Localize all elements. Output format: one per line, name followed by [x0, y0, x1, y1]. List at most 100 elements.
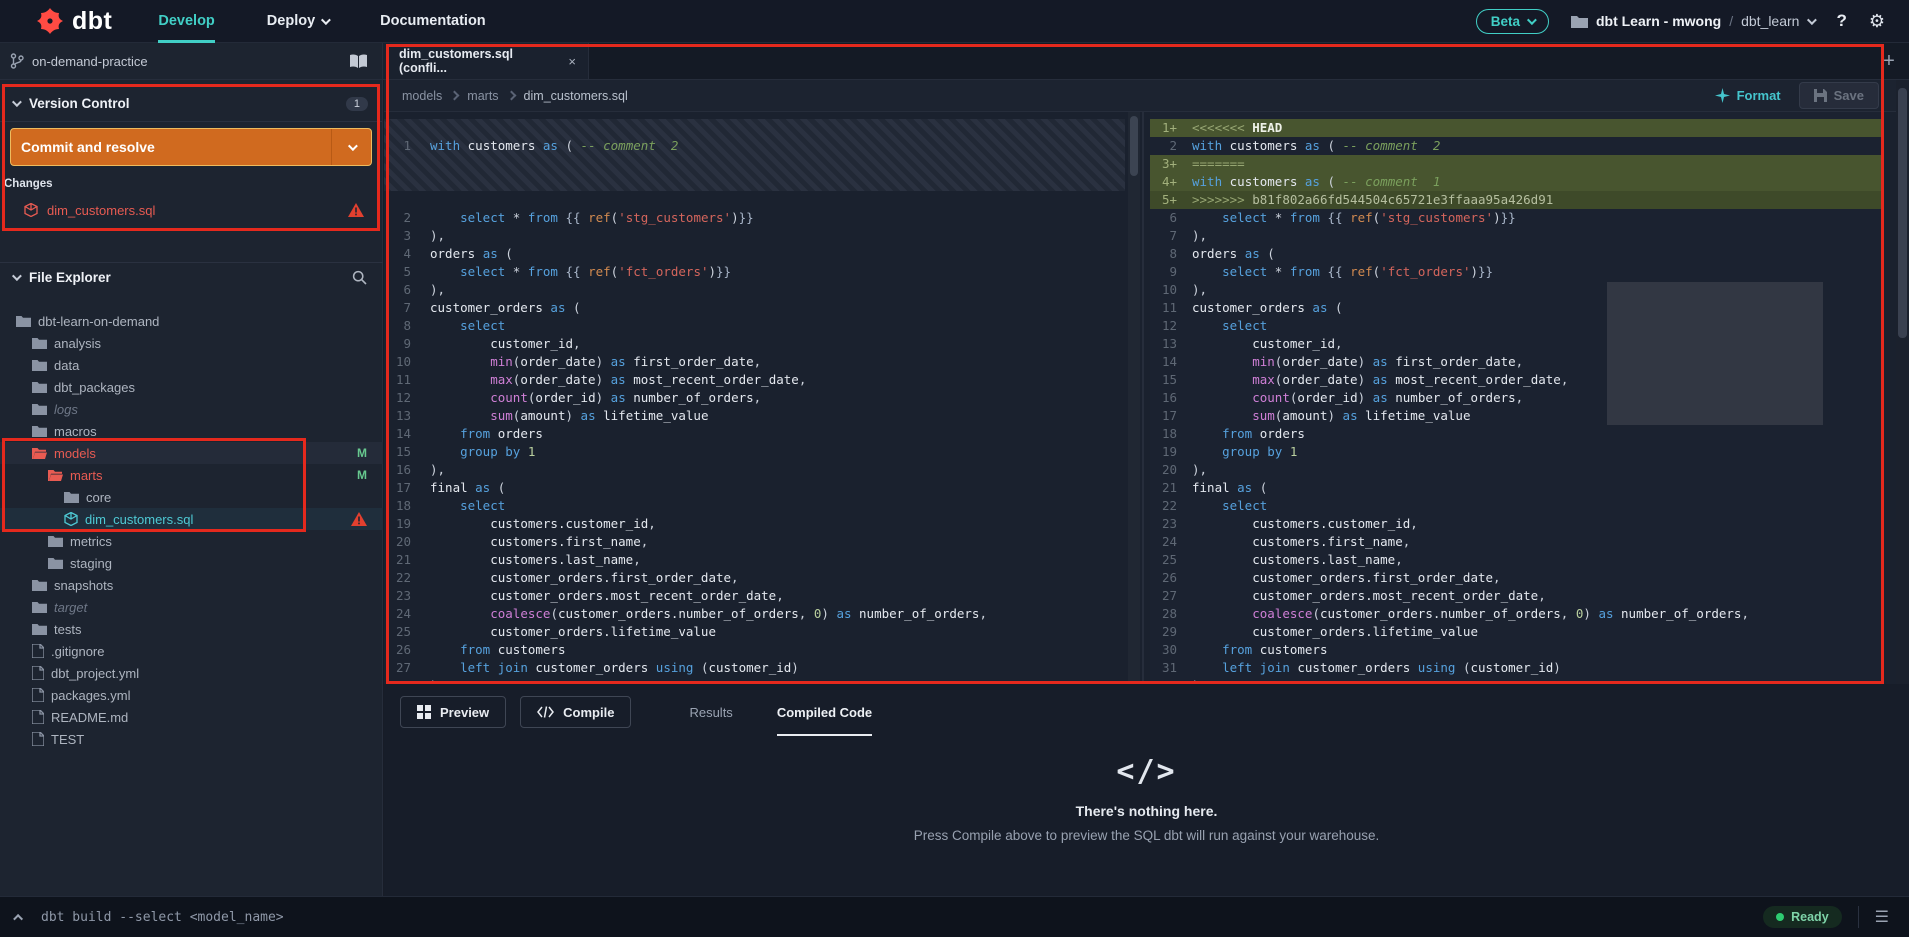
code-line[interactable]: 10 min(order_date) as first_order_date,	[384, 353, 1125, 371]
dbt-logo[interactable]: dbt	[0, 7, 132, 36]
code-line[interactable]: 31 left join customer_orders using (cust…	[1150, 659, 1884, 677]
code-line[interactable]: 30 from customers	[1150, 641, 1884, 659]
code-line[interactable]: 29 customer_orders.lifetime_value	[1150, 623, 1884, 641]
code-line[interactable]: 24 customers.first_name,	[1150, 533, 1884, 551]
tree-item-packages-yml[interactable]: packages.yml	[0, 684, 383, 706]
tree-item-macros[interactable]: macros	[0, 420, 383, 442]
code-line[interactable]: 16 count(order_id) as number_of_orders,	[1150, 389, 1884, 407]
tree-item-staging[interactable]: staging	[0, 552, 383, 574]
code-line[interactable]: 11 max(order_date) as most_recent_order_…	[384, 371, 1125, 389]
code-line[interactable]: 21 final as (	[1150, 479, 1884, 497]
code-line[interactable]: 9 select * from {{ ref('fct_orders')}}	[1150, 263, 1884, 281]
code-line[interactable]: 21 customers.last_name,	[384, 551, 1125, 569]
breadcrumb-models[interactable]: models	[402, 89, 442, 103]
tree-item-test[interactable]: TEST	[0, 728, 383, 750]
tree-item-data[interactable]: data	[0, 354, 383, 376]
code-line[interactable]: 4 orders as (	[384, 245, 1125, 263]
code-line[interactable]: 19 group by 1	[1150, 443, 1884, 461]
tree-item-dbt-packages[interactable]: dbt_packages	[0, 376, 383, 398]
code-line[interactable]: 17 sum(amount) as lifetime_value	[1150, 407, 1884, 425]
code-line[interactable]: 24 coalesce(customer_orders.number_of_or…	[384, 605, 1125, 623]
code-line[interactable]: 15 max(order_date) as most_recent_order_…	[1150, 371, 1884, 389]
code-line[interactable]: 14 from orders	[384, 425, 1125, 443]
code-line[interactable]: 5+ >>>>>>> b81f802a66fd544504c65721e3ffaa…	[1150, 191, 1884, 209]
code-line[interactable]: 28)	[384, 677, 1125, 684]
file-explorer-header[interactable]: File Explorer	[0, 262, 383, 292]
code-line[interactable]: 7),	[1150, 227, 1884, 245]
code-line[interactable]: 20 customers.first_name,	[384, 533, 1125, 551]
code-line[interactable]: 1+ <<<<<<< HEAD	[1150, 119, 1884, 137]
code-line[interactable]: 16),	[384, 461, 1125, 479]
code-line[interactable]: 26 customer_orders.first_order_date,	[1150, 569, 1884, 587]
command-input[interactable]: dbt build --select <model_name>	[41, 910, 284, 925]
code-line[interactable]: 32)	[1150, 677, 1884, 684]
tree-item-dbt-learn-on-demand[interactable]: dbt-learn-on-demand	[0, 310, 383, 332]
expand-panel-icon[interactable]	[0, 908, 41, 926]
history-menu-icon[interactable]: ☰	[1875, 907, 1895, 927]
code-line[interactable]: 26 from customers	[384, 641, 1125, 659]
tree-item-metrics[interactable]: metrics	[0, 530, 383, 552]
code-line[interactable]: 28 coalesce(customer_orders.number_of_or…	[1150, 605, 1884, 623]
version-control-header[interactable]: Version Control 1	[0, 80, 382, 121]
code-line[interactable]: 25 customer_orders.lifetime_value	[384, 623, 1125, 641]
tab-results[interactable]: Results	[689, 694, 732, 730]
tree-item-core[interactable]: core	[0, 486, 383, 508]
code-line[interactable]: 14 min(order_date) as first_order_date,	[1150, 353, 1884, 371]
nav-develop[interactable]: Develop	[158, 0, 216, 43]
code-line[interactable]: 7 customer_orders as (	[384, 299, 1125, 317]
search-icon[interactable]	[352, 270, 367, 285]
breadcrumb-marts[interactable]: marts	[467, 89, 498, 103]
code-line[interactable]: 15 group by 1	[384, 443, 1125, 461]
editor-pane-diff[interactable]: 1+ <<<<<<< HEAD 2 with customers as ( -- co…	[1150, 112, 1884, 684]
code-line[interactable]: 2 with customers as ( -- comment 2	[1150, 137, 1884, 155]
close-icon[interactable]: ×	[568, 54, 576, 69]
commit-and-resolve-button[interactable]: Commit and resolve	[10, 128, 372, 166]
beta-badge[interactable]: Beta	[1475, 8, 1549, 34]
commit-options-button[interactable]	[331, 129, 371, 165]
save-button[interactable]: Save	[1798, 82, 1879, 109]
gear-icon[interactable]: ⚙	[1869, 11, 1885, 32]
code-line[interactable]: 9 customer_id,	[384, 335, 1125, 353]
code-line[interactable]: 20),	[1150, 461, 1884, 479]
tree-item-target[interactable]: target	[0, 596, 383, 618]
pane-divider[interactable]	[1142, 112, 1144, 684]
account-switcher[interactable]: dbt Learn - mwong / dbt_learn	[1570, 13, 1818, 29]
preview-button[interactable]: Preview	[400, 696, 507, 728]
code-line[interactable]: 8 orders as (	[1150, 245, 1884, 263]
code-line[interactable]: 17 final as (	[384, 479, 1125, 497]
nav-deploy[interactable]: Deploy	[267, 0, 332, 43]
code-line[interactable]: 25 customers.last_name,	[1150, 551, 1884, 569]
code-line[interactable]: 3),	[384, 227, 1125, 245]
tree-item-logs[interactable]: logs	[0, 398, 383, 420]
code-line[interactable]: 10),	[1150, 281, 1884, 299]
code-line[interactable]: 13 customer_id,	[1150, 335, 1884, 353]
changed-file-row[interactable]: dim_customers.sql	[0, 198, 380, 222]
code-line[interactable]: 4+ with customers as ( -- comment 1	[1150, 173, 1884, 191]
tree-item-readme-md[interactable]: README.md	[0, 706, 383, 728]
tree-item-analysis[interactable]: analysis	[0, 332, 383, 354]
code-line[interactable]: 6 select * from {{ ref('stg_customers')}…	[1150, 209, 1884, 227]
code-line[interactable]: 22 select	[1150, 497, 1884, 515]
code-line[interactable]: 23 customers.customer_id,	[1150, 515, 1884, 533]
branch-name[interactable]: on-demand-practice	[32, 54, 148, 69]
code-line[interactable]: 1 with customers as ( -- comment 2	[384, 137, 1125, 155]
tree-item--gitignore[interactable]: .gitignore	[0, 640, 383, 662]
tab-compiled-code[interactable]: Compiled Code	[776, 694, 873, 736]
code-line[interactable]: 5 select * from {{ ref('fct_orders')}}	[384, 263, 1125, 281]
code-line[interactable]: 18 select	[384, 497, 1125, 515]
tree-item-dbt-project-yml[interactable]: dbt_project.yml	[0, 662, 383, 684]
code-line[interactable]: 6),	[384, 281, 1125, 299]
code-line[interactable]: 27 left join customer_orders using (cust…	[384, 659, 1125, 677]
tree-item-tests[interactable]: tests	[0, 618, 383, 640]
code-line[interactable]: 8 select	[384, 317, 1125, 335]
tree-item-models[interactable]: models M	[0, 442, 383, 464]
code-line[interactable]: 12 select	[1150, 317, 1884, 335]
code-line[interactable]: 18 from orders	[1150, 425, 1884, 443]
compile-button[interactable]: Compile	[520, 696, 632, 728]
new-tab-button[interactable]: +	[1869, 43, 1909, 79]
left-pane-scrollbar[interactable]	[1128, 112, 1140, 684]
code-line[interactable]: 2 select * from {{ ref('stg_customers')}…	[384, 209, 1125, 227]
docs-book-icon[interactable]	[349, 53, 368, 69]
code-line[interactable]: 3+ =======	[1150, 155, 1884, 173]
code-line[interactable]: 19 customers.customer_id,	[384, 515, 1125, 533]
